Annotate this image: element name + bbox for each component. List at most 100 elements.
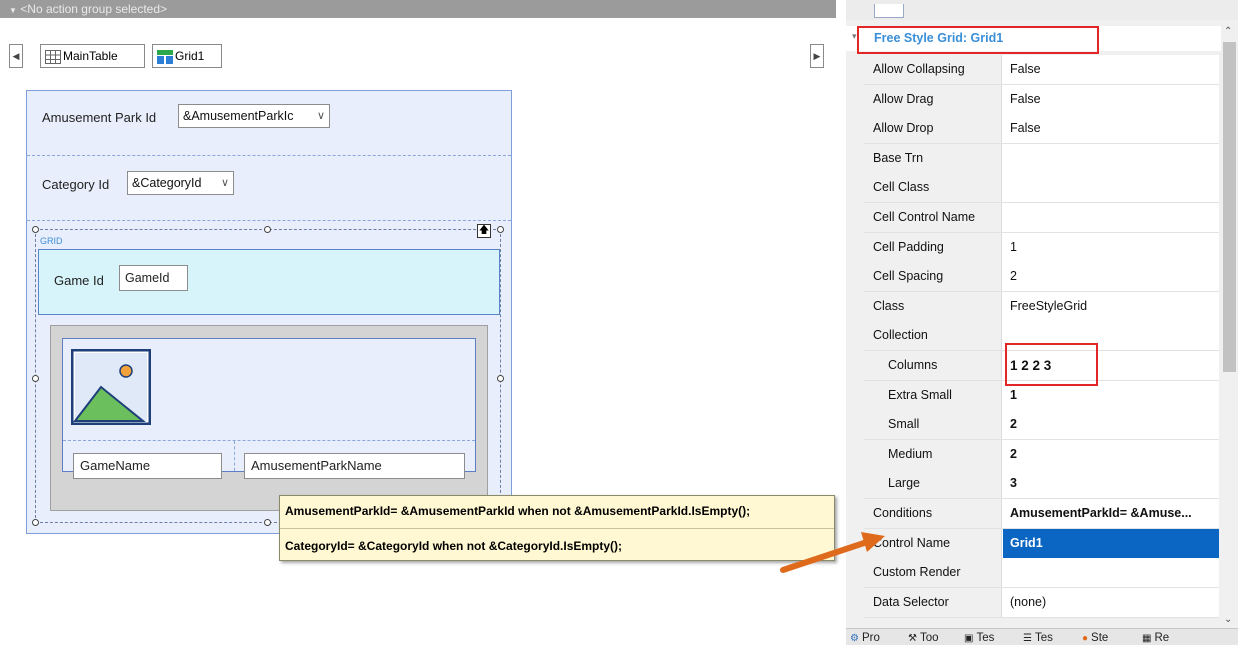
- category-id-label: Category Id: [42, 177, 110, 192]
- game-id-field[interactable]: GameId: [119, 265, 188, 291]
- property-value[interactable]: False: [1003, 85, 1219, 114]
- tab-grid1[interactable]: Grid1: [152, 44, 222, 68]
- panel-tabs: ⚙ Pro ⚒ Too ▣ Tes ☰ Tes ● Ste ▦ Re: [846, 628, 1238, 645]
- property-value[interactable]: [1003, 203, 1219, 232]
- property-row[interactable]: Cell Control Name: [864, 203, 1219, 233]
- property-row[interactable]: Cell Padding 1: [864, 232, 1219, 263]
- tab-steps[interactable]: ● Ste: [1082, 630, 1108, 646]
- cell-divider-vertical: [234, 441, 235, 471]
- conditions-tooltip: AmusementParkId= &AmusementParkId when n…: [279, 495, 835, 561]
- action-group-label: <No action group selected>: [20, 2, 168, 16]
- annotation-arrow: [780, 532, 885, 573]
- property-value[interactable]: 2: [1003, 440, 1219, 469]
- chevron-down-icon: ∨: [316, 110, 325, 122]
- tab-test-2-label: Tes: [1034, 632, 1053, 644]
- property-value[interactable]: [1003, 558, 1219, 587]
- row-divider: [27, 220, 511, 221]
- property-value[interactable]: False: [1003, 55, 1219, 84]
- property-row[interactable]: Base Trn: [864, 143, 1219, 174]
- scroll-up-icon[interactable]: ⌃: [1224, 26, 1232, 37]
- property-value[interactable]: FreeStyleGrid: [1003, 292, 1219, 321]
- select-parent-icon[interactable]: 🡅: [477, 224, 491, 238]
- property-value[interactable]: 3: [1003, 469, 1219, 498]
- amusement-park-id-label: Amusement Park Id: [42, 110, 157, 125]
- property-value[interactable]: 2: [1003, 410, 1219, 439]
- property-name: Cell Control Name: [864, 203, 1002, 232]
- property-row[interactable]: Cell Class: [864, 173, 1219, 204]
- property-name: Class: [864, 291, 1002, 321]
- property-value[interactable]: [1003, 144, 1219, 173]
- tab-toolbox[interactable]: ⚒ Too: [908, 630, 939, 646]
- property-value[interactable]: (none): [1003, 588, 1219, 617]
- resize-handle[interactable]: [32, 519, 39, 526]
- tab-responsive[interactable]: ▦ Re: [1142, 630, 1169, 646]
- highlight-columns-value: [1005, 343, 1098, 386]
- property-value[interactable]: Grid1: [1003, 528, 1219, 558]
- resize-handle[interactable]: [32, 375, 39, 382]
- property-name: Cell Spacing: [864, 262, 1002, 292]
- property-name: Cell Padding: [864, 232, 1002, 262]
- property-name: Large: [864, 469, 1002, 499]
- dropdown-arrow-icon: ▼: [9, 6, 17, 15]
- collapse-arrow-icon[interactable]: ▾: [852, 31, 857, 42]
- action-group-bar[interactable]: ▼ <No action group selected>: [0, 0, 836, 18]
- property-row[interactable]: Control Name Grid1: [864, 528, 1219, 559]
- grid-header-row[interactable]: [38, 249, 500, 315]
- resize-handle[interactable]: [497, 375, 504, 382]
- resize-handle[interactable]: [497, 226, 504, 233]
- scroll-right-button[interactable]: ▶: [810, 44, 824, 68]
- property-name: Allow Drop: [864, 114, 1002, 144]
- property-value[interactable]: 2: [1003, 262, 1219, 291]
- tab-properties[interactable]: ⚙ Pro: [850, 630, 880, 646]
- property-row[interactable]: Allow Drop False: [864, 114, 1219, 145]
- amusement-park-name-field[interactable]: AmusementParkName: [244, 453, 465, 479]
- amusement-park-id-combo[interactable]: &AmusementParkIc ∨: [178, 104, 330, 128]
- property-value[interactable]: [1003, 173, 1219, 202]
- tab-maintable[interactable]: MainTable: [40, 44, 145, 68]
- property-row[interactable]: Custom Render: [864, 558, 1219, 589]
- game-id-label: Game Id: [54, 273, 104, 288]
- property-value[interactable]: 1: [1003, 233, 1219, 262]
- tab-test-1[interactable]: ▣ Tes: [964, 630, 994, 646]
- resize-handle[interactable]: [264, 226, 271, 233]
- tooltip-line-2: CategoryId= &CategoryId when not &Catego…: [285, 539, 623, 553]
- property-row[interactable]: Class FreeStyleGrid: [864, 291, 1219, 322]
- category-id-value: &CategoryId: [132, 176, 202, 190]
- toolbar-fragment: [874, 4, 904, 18]
- property-row[interactable]: Allow Drag False: [864, 84, 1219, 115]
- property-row[interactable]: Small 2: [864, 410, 1219, 441]
- scroll-left-button[interactable]: ◀: [9, 44, 23, 68]
- property-row[interactable]: Conditions AmusementParkId= &Amuse...: [864, 499, 1219, 529]
- property-value[interactable]: False: [1003, 114, 1219, 143]
- grid-caption: GRID: [40, 236, 63, 246]
- tab-test-2[interactable]: ☰ Tes: [1023, 630, 1053, 646]
- scrollbar-thumb[interactable]: [1223, 42, 1236, 372]
- property-row[interactable]: Cell Spacing 2: [864, 262, 1219, 293]
- property-name: Base Trn: [864, 143, 1002, 173]
- chevron-down-icon: ∨: [220, 177, 229, 189]
- property-value[interactable]: AmusementParkId= &Amuse...: [1003, 499, 1219, 528]
- tab-responsive-label: Re: [1154, 632, 1170, 644]
- property-row[interactable]: Large 3: [864, 469, 1219, 500]
- property-name: Allow Drag: [864, 84, 1002, 114]
- image-placeholder-icon[interactable]: [71, 349, 151, 425]
- resize-handle[interactable]: [264, 519, 271, 526]
- category-id-combo[interactable]: &CategoryId ∨: [127, 171, 234, 195]
- property-name: Small: [864, 410, 1002, 440]
- property-row[interactable]: Allow Collapsing False: [864, 55, 1219, 85]
- property-row[interactable]: Medium 2: [864, 439, 1219, 470]
- resize-handle[interactable]: [32, 226, 39, 233]
- property-row[interactable]: Data Selector (none): [864, 587, 1219, 618]
- game-name-field[interactable]: GameName: [73, 453, 222, 479]
- grid-icon: [157, 49, 173, 64]
- property-name: Medium: [864, 439, 1002, 469]
- amusement-park-id-value: &AmusementParkIc: [183, 109, 294, 123]
- tab-test-1-label: Tes: [976, 632, 995, 644]
- tab-properties-label: Pro: [861, 632, 880, 644]
- cell-divider: [63, 440, 475, 441]
- tab-toolbox-label: Too: [919, 632, 939, 644]
- scroll-down-icon[interactable]: ⌄: [1224, 614, 1232, 625]
- row-divider: [27, 155, 511, 156]
- highlight-section-title: [857, 26, 1099, 54]
- property-name: Data Selector: [864, 587, 1002, 617]
